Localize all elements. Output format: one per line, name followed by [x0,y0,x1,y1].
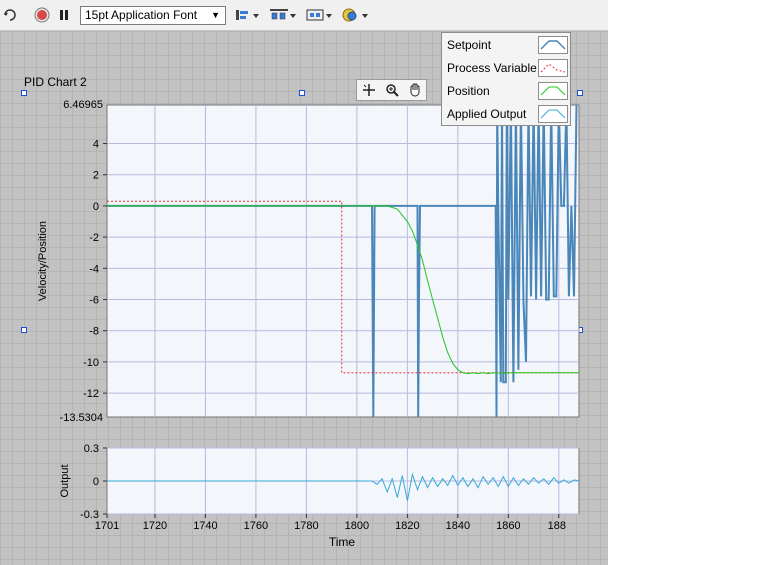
legend-swatch[interactable] [538,36,568,54]
legend-swatch[interactable] [538,59,568,77]
y-max-label: 6.46965 [63,99,103,111]
y-min-label: -13.5304 [60,412,103,424]
y-tick-label: -10 [83,357,99,369]
legend-label: Position [447,84,490,98]
legend-swatch[interactable] [538,105,568,123]
output-axis-label: Output [59,464,71,497]
legend-label: Process Variable [447,61,537,75]
window-margin [609,0,768,565]
y-tick-label: -6 [89,295,99,307]
x-tick-label: 1760 [244,520,268,532]
y-tick-label: 2 [93,170,99,182]
y-tick-label: -8 [89,326,99,338]
x-tick-label: 1800 [345,520,369,532]
legend-swatch[interactable] [538,82,568,100]
x-tick-label: 1840 [446,520,470,532]
y-axis-label: Velocity/Position [37,221,49,301]
plot-legend: Setpoint Process Variable Position Appli… [441,32,571,126]
x-tick-label: 1701 [95,520,119,532]
zoom-icon[interactable] [384,82,400,98]
y-tick-label: -12 [83,388,99,400]
x-tick-label: 1720 [143,520,167,532]
x-tick-label: 1820 [395,520,419,532]
y-tick-label: 0.3 [84,443,99,455]
x-axis-label: Time [329,535,356,549]
legend-item-process-variable[interactable]: Process Variable [442,57,570,79]
pan-hand-icon[interactable] [407,82,423,98]
y-tick-label: 0 [93,476,99,488]
legend-label: Applied Output [447,107,527,121]
x-tick-label: 1740 [193,520,217,532]
legend-item-applied-output[interactable]: Applied Output [442,103,570,125]
legend-label: Setpoint [447,38,492,52]
crosshair-cursor-icon[interactable] [361,82,377,98]
x-tick-label: 1780 [294,520,318,532]
x-tick-label: 188 [548,520,566,532]
legend-item-position[interactable]: Position [442,80,570,102]
y-tick-label: -2 [89,232,99,244]
y-tick-label: 4 [93,139,99,151]
legend-item-setpoint[interactable]: Setpoint [442,34,570,56]
x-tick-label: 1860 [496,520,520,532]
y-tick-label: -4 [89,263,99,275]
y-tick-label: 0 [93,201,99,213]
graph-palette [356,79,427,101]
